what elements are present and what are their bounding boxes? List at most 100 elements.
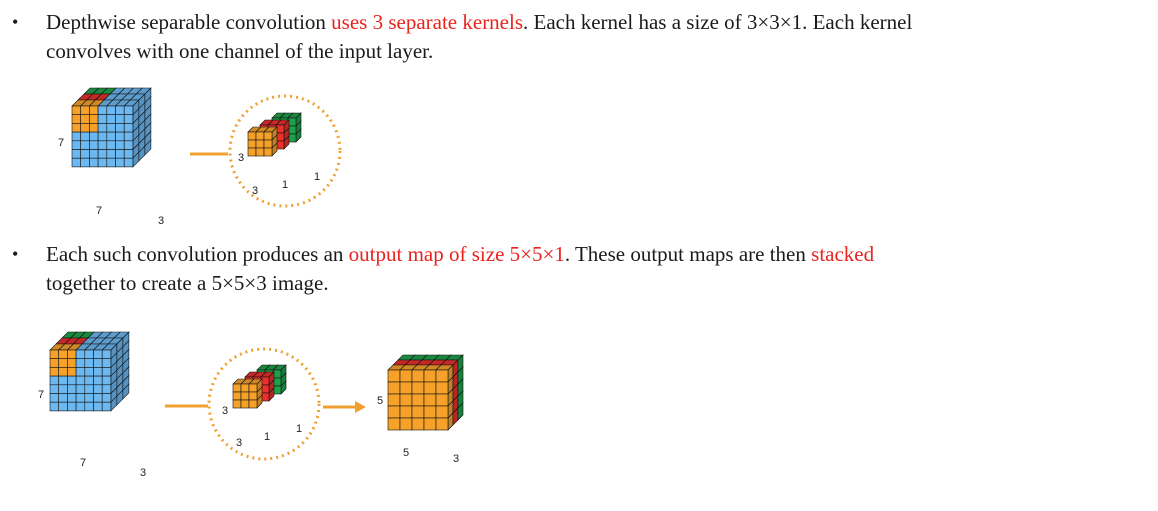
cell-front bbox=[115, 149, 125, 159]
cell-front bbox=[399, 393, 413, 407]
kernel-depth-label-2: 1 bbox=[296, 423, 302, 435]
cell-front bbox=[115, 140, 125, 150]
kernel-depth-label-1: 1 bbox=[282, 179, 288, 191]
cell-front bbox=[93, 367, 103, 377]
input-height-label: 7 bbox=[38, 389, 44, 401]
cell-front bbox=[71, 131, 81, 142]
cell-front bbox=[399, 417, 413, 431]
input-height-label: 7 bbox=[58, 137, 64, 149]
kernel-height-label: 3 bbox=[238, 152, 244, 164]
cell-front bbox=[75, 367, 86, 377]
cell-front bbox=[101, 358, 112, 368]
cell-front bbox=[84, 349, 94, 359]
cell-front bbox=[247, 147, 257, 157]
cell-front bbox=[399, 405, 413, 419]
cell-front bbox=[75, 401, 86, 412]
cell-front bbox=[232, 391, 242, 401]
cell-front bbox=[435, 393, 449, 407]
kernel-width-label: 3 bbox=[252, 185, 258, 197]
cell-front bbox=[97, 140, 108, 150]
cell-front bbox=[93, 358, 103, 368]
cell-front bbox=[101, 393, 112, 403]
kernel-depth-label-2: 1 bbox=[314, 171, 320, 183]
cell-front bbox=[67, 349, 77, 359]
cell-front bbox=[80, 123, 90, 133]
cell-front bbox=[84, 393, 94, 403]
cell-front bbox=[423, 417, 437, 431]
cell-front bbox=[263, 131, 273, 141]
cell-front bbox=[93, 393, 103, 403]
cell-front bbox=[75, 384, 86, 394]
cell-front bbox=[123, 140, 134, 150]
cell-front bbox=[71, 105, 81, 115]
cell-front bbox=[435, 381, 449, 395]
cell-front bbox=[49, 401, 59, 412]
cell-front bbox=[49, 393, 59, 403]
cell-front bbox=[67, 375, 77, 386]
cell-front bbox=[240, 399, 250, 409]
cell-front bbox=[247, 139, 257, 149]
cell-front bbox=[84, 358, 94, 368]
cell-front bbox=[247, 131, 257, 141]
cell-front bbox=[89, 149, 99, 159]
input-volume bbox=[49, 331, 130, 412]
arrow-head bbox=[355, 401, 366, 413]
cell-front bbox=[387, 381, 401, 395]
cell-front bbox=[84, 401, 94, 412]
cell-front bbox=[89, 105, 99, 115]
cell-front bbox=[101, 375, 112, 386]
cell-front bbox=[80, 140, 90, 150]
cell-front bbox=[263, 147, 273, 157]
cell-front bbox=[71, 123, 81, 133]
cell-front bbox=[240, 383, 250, 393]
cell-front bbox=[123, 105, 134, 115]
cell-front bbox=[84, 367, 94, 377]
input-depth-label: 3 bbox=[158, 215, 164, 227]
cell-front bbox=[106, 123, 116, 133]
cell-front bbox=[115, 114, 125, 124]
bullet-marker: • bbox=[12, 12, 19, 32]
input-width-label: 7 bbox=[96, 205, 102, 217]
cell-front bbox=[106, 105, 116, 115]
cell-front bbox=[123, 149, 134, 159]
cell-front bbox=[123, 157, 134, 168]
diagram-depthwise-kernels: 7 7 3 3 3 1 1 bbox=[58, 87, 342, 227]
cell-front bbox=[84, 384, 94, 394]
kernel-width-label: 3 bbox=[236, 437, 242, 449]
cell-front bbox=[58, 401, 68, 412]
output-volume bbox=[387, 354, 464, 431]
cell-front bbox=[106, 114, 116, 124]
cell-front bbox=[411, 369, 425, 383]
cell-front bbox=[101, 384, 112, 394]
cell-front bbox=[115, 105, 125, 115]
cell-front bbox=[58, 384, 68, 394]
cell-front bbox=[80, 114, 90, 124]
cell-front bbox=[106, 131, 116, 142]
kernel-depth-label-1: 1 bbox=[264, 431, 270, 443]
cell-front bbox=[101, 367, 112, 377]
cell-front bbox=[93, 384, 103, 394]
cell-front bbox=[423, 393, 437, 407]
cell-front bbox=[411, 405, 425, 419]
cell-front bbox=[248, 391, 258, 401]
cell-front bbox=[411, 381, 425, 395]
cell-front bbox=[49, 358, 59, 368]
cell-front bbox=[71, 114, 81, 124]
cell-front bbox=[75, 393, 86, 403]
highlight-output-map: output map of size 5×5×1 bbox=[348, 242, 565, 266]
cell-front bbox=[423, 381, 437, 395]
cell-front bbox=[89, 131, 99, 142]
cell-front bbox=[84, 375, 94, 386]
kernel-group bbox=[232, 364, 287, 409]
cell-front bbox=[75, 375, 86, 386]
input-width-label: 7 bbox=[80, 457, 86, 469]
cell-front bbox=[387, 405, 401, 419]
cell-front bbox=[240, 391, 250, 401]
cell-front bbox=[101, 349, 112, 359]
cell-front bbox=[399, 381, 413, 395]
cell-front bbox=[399, 369, 413, 383]
input-depth-label: 3 bbox=[140, 467, 146, 479]
cell-front bbox=[435, 369, 449, 383]
input-volume bbox=[71, 87, 152, 168]
bullet-2-text: Each such convolution produces an output… bbox=[46, 242, 875, 295]
